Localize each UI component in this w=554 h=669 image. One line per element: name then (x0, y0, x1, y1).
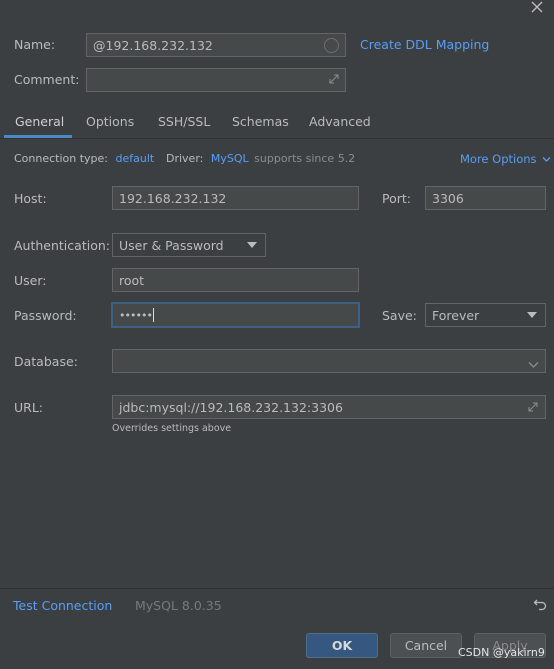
name-input[interactable]: @192.168.232.132 (86, 33, 346, 57)
authentication-select[interactable]: User & Password (112, 233, 266, 257)
user-label: User: (14, 273, 47, 288)
comment-label: Comment: (14, 72, 80, 87)
chevron-down-icon (542, 157, 551, 162)
name-value: @192.168.232.132 (93, 37, 213, 53)
name-label: Name: (14, 37, 56, 52)
database-input[interactable] (112, 349, 546, 373)
close-icon[interactable] (528, 0, 546, 16)
authentication-value: User & Password (119, 237, 224, 253)
tab-options[interactable]: Options (86, 114, 134, 129)
host-label: Host: (14, 191, 47, 206)
tab-general[interactable]: General (15, 114, 64, 129)
tab-advanced[interactable]: Advanced (309, 114, 371, 129)
driver-info: Driver: MySQL supports since 5.2 (166, 152, 355, 165)
more-options-link[interactable]: More Options (460, 152, 551, 166)
host-value: 192.168.232.132 (119, 190, 227, 206)
password-input[interactable]: •••••• (111, 302, 360, 328)
authentication-label: Authentication: (14, 238, 110, 253)
password-label: Password: (14, 308, 77, 323)
port-value: 3306 (432, 190, 464, 206)
url-label: URL: (14, 400, 44, 415)
ok-button[interactable]: OK (306, 633, 378, 658)
ok-label: OK (331, 638, 353, 653)
comment-input[interactable] (86, 68, 346, 92)
expand-icon[interactable] (527, 401, 539, 416)
port-input[interactable]: 3306 (425, 186, 546, 210)
chevron-down-icon[interactable] (528, 357, 539, 372)
circle-icon (324, 38, 339, 53)
more-options-label: More Options (460, 152, 537, 166)
footer-divider (0, 588, 554, 589)
database-label: Database: (14, 354, 78, 369)
watermark: CSDN @yakirn9 (458, 646, 545, 659)
cancel-label: Cancel (404, 638, 448, 653)
dropdown-arrow-icon (247, 242, 257, 248)
save-select[interactable]: Forever (425, 303, 546, 327)
driver-label: Driver: (166, 152, 204, 165)
create-ddl-mapping-link[interactable]: Create DDL Mapping (360, 37, 489, 52)
user-input[interactable]: root (112, 268, 359, 292)
driver-value[interactable]: MySQL (211, 152, 249, 165)
password-value: •••••• (119, 308, 153, 322)
test-connection-link[interactable]: Test Connection (13, 598, 112, 613)
port-label: Port: (382, 191, 411, 206)
connection-type-value[interactable]: default (116, 152, 155, 165)
save-label: Save: (382, 308, 417, 323)
connection-info: Connection type: default (14, 152, 154, 165)
host-input[interactable]: 192.168.232.132 (112, 186, 359, 210)
cancel-button[interactable]: Cancel (390, 633, 462, 658)
tab-ssh-ssl[interactable]: SSH/SSL (158, 114, 210, 129)
url-value: jdbc:mysql://192.168.232.132:3306 (119, 399, 343, 415)
url-hint: Overrides settings above (112, 423, 232, 434)
connection-type-label: Connection type: (14, 152, 109, 165)
save-value: Forever (432, 307, 480, 323)
undo-icon[interactable] (533, 597, 547, 614)
tabs-divider (0, 138, 554, 139)
server-version: MySQL 8.0.35 (135, 598, 222, 613)
driver-note: supports since 5.2 (254, 152, 356, 165)
tab-schemas[interactable]: Schemas (232, 114, 289, 129)
text-cursor (152, 308, 154, 322)
expand-icon[interactable] (328, 73, 340, 88)
dropdown-arrow-icon (527, 312, 537, 318)
url-input[interactable]: jdbc:mysql://192.168.232.132:3306 (112, 395, 546, 419)
user-value: root (119, 272, 145, 288)
